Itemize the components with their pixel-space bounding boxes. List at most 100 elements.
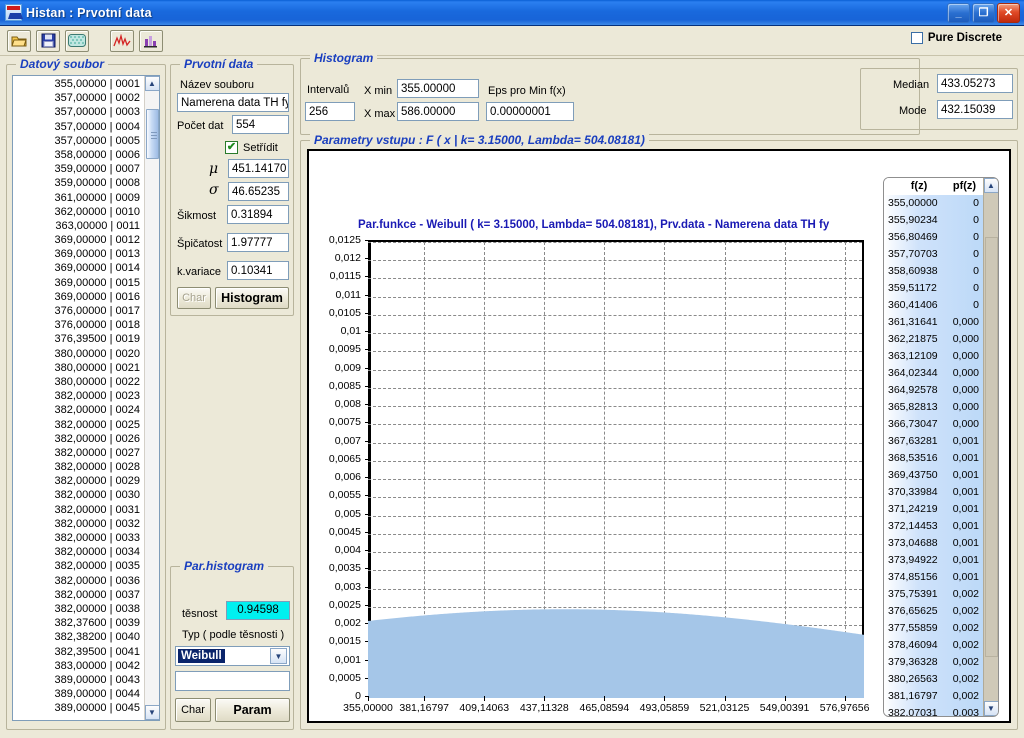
pure-discrete-control[interactable]: Pure Discrete [910, 32, 1002, 44]
list-item[interactable]: 382,00000 | 0035 [13, 559, 144, 573]
histogram-chart-icon[interactable] [139, 29, 163, 52]
par-char-button[interactable]: Char [175, 698, 211, 722]
list-item[interactable]: 382,00000 | 0036 [13, 574, 144, 588]
fz-scroll-down-icon[interactable]: ▼ [983, 701, 998, 716]
list-item[interactable]: 380,00000 | 0020 [13, 347, 144, 361]
list-item[interactable]: 376,00000 | 0017 [13, 304, 144, 318]
pure-discrete-checkbox[interactable] [910, 32, 923, 44]
list-item[interactable]: 382,38200 | 0040 [13, 630, 144, 644]
histogram-button[interactable]: Histogram [215, 287, 289, 309]
sigma-field[interactable]: 46.65235 [228, 182, 289, 201]
list-item[interactable]: 382,00000 | 0034 [13, 545, 144, 559]
scroll-thumb[interactable] [145, 109, 159, 159]
list-item[interactable]: 380,00000 | 0022 [13, 375, 144, 389]
list-item[interactable]: 389,00000 | 0044 [13, 687, 144, 701]
list-item[interactable]: 382,00000 | 0033 [13, 531, 144, 545]
list-item[interactable]: 382,00000 | 0028 [13, 460, 144, 474]
list-item[interactable]: 389,00000 | 0045 [13, 701, 144, 715]
table-row: 367,63281 0,001 [884, 433, 983, 450]
eps-label: Eps pro Min f(x) [488, 85, 566, 97]
list-item[interactable]: 382,00000 | 0038 [13, 602, 144, 616]
param-button[interactable]: Param [215, 698, 290, 722]
curve-chart-icon[interactable] [110, 29, 134, 52]
close-button[interactable]: ✕ [997, 2, 1020, 23]
table-row: 379,36328 0,002 [884, 654, 983, 671]
list-item[interactable]: 376,39500 | 0019 [13, 332, 144, 346]
restore-button[interactable]: ❐ [972, 2, 995, 23]
fz-scroll-thumb[interactable] [984, 237, 998, 657]
scroll-track[interactable] [144, 91, 159, 705]
list-item[interactable]: 357,00000 | 0005 [13, 134, 144, 148]
list-item[interactable]: 369,00000 | 0012 [13, 233, 144, 247]
fz-value: 365,82813 [888, 401, 938, 413]
list-item[interactable]: 376,00000 | 0018 [13, 318, 144, 332]
list-item[interactable]: 362,00000 | 0010 [13, 205, 144, 219]
chevron-down-icon[interactable]: ▼ [270, 648, 287, 664]
list-item[interactable]: 357,00000 | 0003 [13, 105, 144, 119]
sort-checkbox[interactable]: ✔ [225, 141, 238, 154]
skewness-field[interactable]: 0.31894 [227, 205, 289, 224]
count-field[interactable]: 554 [232, 115, 289, 134]
list-item[interactable]: 357,00000 | 0004 [13, 120, 144, 134]
minimize-button[interactable]: _ [947, 2, 970, 23]
list-item[interactable]: 389,00000 | 0043 [13, 673, 144, 687]
list-item[interactable]: 369,00000 | 0015 [13, 276, 144, 290]
list-item[interactable]: 382,00000 | 0030 [13, 488, 144, 502]
list-item[interactable]: 382,00000 | 0037 [13, 588, 144, 602]
xmax-field[interactable]: 586.00000 [397, 102, 479, 121]
list-item[interactable]: 361,00000 | 0009 [13, 191, 144, 205]
fz-table[interactable]: f(z) pf(z) 355,00000 0 355,90234 0 356,80469… [883, 177, 999, 717]
fz-scroll-up-icon[interactable]: ▲ [983, 178, 998, 193]
y-tick-label: 0,0035 [328, 562, 361, 575]
list-item[interactable]: 359,00000 | 0007 [13, 162, 144, 176]
list-item[interactable]: 380,00000 | 0021 [13, 361, 144, 375]
save-disk-icon[interactable] [36, 29, 60, 52]
mode-field[interactable]: 432.15039 [937, 100, 1013, 119]
distribution-select[interactable]: Weibull ▼ [175, 646, 290, 666]
data-file-rows[interactable]: 355,00000 | 0001 357,00000 | 0002 357,0000… [13, 76, 144, 720]
list-item[interactable]: 382,00000 | 0027 [13, 446, 144, 460]
xmin-field[interactable]: 355.00000 [397, 79, 479, 98]
scroll-down-icon[interactable]: ▼ [144, 705, 159, 720]
list-item[interactable]: 383,00000 | 0042 [13, 659, 144, 673]
y-tick-label: 0,0095 [328, 343, 361, 356]
table-row: 370,33984 0,001 [884, 484, 983, 501]
list-item[interactable]: 382,00000 | 0024 [13, 403, 144, 417]
mu-field[interactable]: 451.14170 [228, 159, 289, 178]
intervals-field[interactable]: 256 [305, 102, 355, 121]
list-item[interactable]: 382,00000 | 0031 [13, 503, 144, 517]
fz-scrollbar[interactable]: ▲ ▼ [983, 178, 998, 716]
list-item[interactable]: 357,00000 | 0002 [13, 91, 144, 105]
list-item[interactable]: 382,39500 | 0041 [13, 645, 144, 659]
list-item[interactable]: 382,00000 | 0023 [13, 389, 144, 403]
window-controls: _ ❐ ✕ [947, 2, 1022, 23]
sort-checkbox-row[interactable]: ✔ Setřídit [225, 141, 278, 154]
list-item[interactable]: 355,00000 | 0001 [13, 77, 144, 91]
pfz-value: 0,002 [952, 605, 979, 617]
eps-field[interactable]: 0.00000001 [486, 102, 574, 121]
open-folder-icon[interactable] [7, 29, 31, 52]
list-item[interactable]: 382,37600 | 0039 [13, 616, 144, 630]
char-button[interactable]: Char [177, 287, 211, 309]
tesnost-field[interactable]: 0.94598 [226, 601, 290, 620]
par-extra-field[interactable] [175, 671, 290, 691]
scroll-up-icon[interactable]: ▲ [144, 76, 159, 91]
list-item[interactable]: 382,00000 | 0025 [13, 418, 144, 432]
list-item[interactable]: 363,00000 | 0011 [13, 219, 144, 233]
kurtosis-field[interactable]: 1.97777 [227, 233, 289, 252]
list-item[interactable]: 358,00000 | 0006 [13, 148, 144, 162]
data-file-listbox[interactable]: 355,00000 | 0001 357,00000 | 0002 357,0000… [12, 75, 160, 721]
table-grid-icon[interactable] [65, 29, 89, 52]
list-item[interactable]: 382,00000 | 0029 [13, 474, 144, 488]
list-item[interactable]: 382,00000 | 0032 [13, 517, 144, 531]
histogram-legend: Histogram [310, 51, 378, 65]
list-item[interactable]: 369,00000 | 0013 [13, 247, 144, 261]
filename-field[interactable]: Namerena data TH fy.t› [177, 93, 289, 112]
median-field[interactable]: 433.05273 [937, 74, 1013, 93]
list-item[interactable]: 369,00000 | 0016 [13, 290, 144, 304]
list-item[interactable]: 369,00000 | 0014 [13, 261, 144, 275]
list-item[interactable]: 359,00000 | 0008 [13, 176, 144, 190]
list-item[interactable]: 382,00000 | 0026 [13, 432, 144, 446]
variation-field[interactable]: 0.10341 [227, 261, 289, 280]
data-file-scrollbar[interactable]: ▲ ▼ [144, 76, 159, 720]
